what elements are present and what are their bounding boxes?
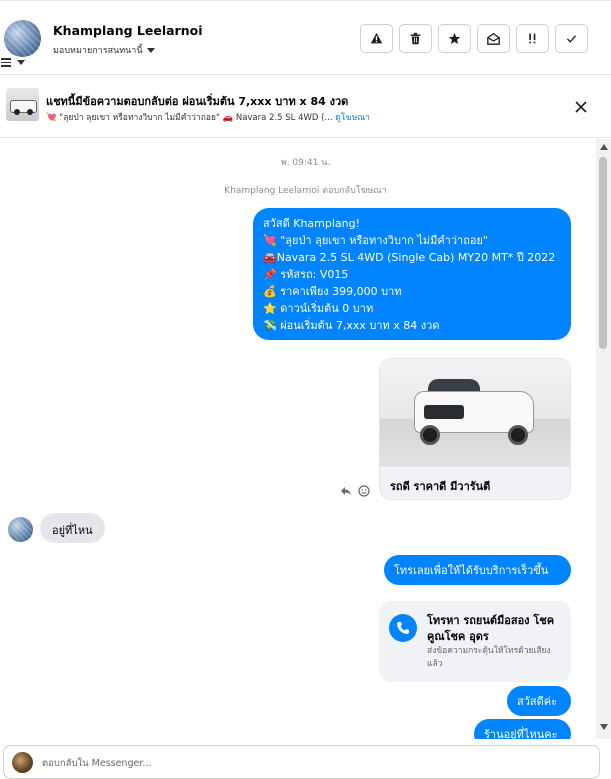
ad-message-line: 💸 ผ่อนเริ่มต้น 7,xxx บาท x 84 งวด	[263, 319, 440, 332]
ad-banner-description: 💘 "ลุยป่า ลุยเขา หรือทางวิบาก ไม่มีคำว่า…	[46, 113, 333, 123]
contact-avatar[interactable]	[4, 20, 41, 57]
partial-reply-bubble: ร้านอยู่ที่ไหนคะ	[474, 719, 571, 739]
ad-message-line: 💘 "ลุยป่า ลุยเขา หรือทางวิบาก ไม่มีคำว่า…	[263, 234, 488, 247]
ad-reply-banner: แชทนี้มีข้อความตอบกลับต่อ ผ่อนเริ่มต้น 7…	[0, 75, 611, 138]
close-icon[interactable]	[572, 98, 590, 116]
message-actions	[340, 485, 370, 497]
mark-done-button[interactable]	[555, 24, 588, 53]
call-prompt-text: โทรเลยเพื่อให้ได้รับบริการเร็วขึ้น	[394, 564, 549, 577]
call-card[interactable]: โทรหา รถยนต์มือสอง โชคคูณโชค อุดร ส่งข้อ…	[379, 601, 571, 682]
mark-spam-button[interactable]	[360, 24, 393, 53]
reply-input[interactable]	[42, 754, 562, 772]
call-prompt-bubble: โทรเลยเพื่อให้ได้รับบริการเร็วขึ้น	[384, 555, 571, 585]
greeting-text: สวัสดีค่ะ	[517, 695, 558, 708]
follow-up-button[interactable]	[516, 24, 549, 53]
scroll-down-icon[interactable]	[600, 724, 608, 730]
ad-message-line: สวัสดี Khamplang!	[263, 217, 361, 230]
chevron-down-icon	[146, 47, 155, 53]
star-icon	[448, 32, 461, 45]
thread-scrollbar[interactable]	[596, 139, 611, 739]
assign-conversation-dropdown[interactable]: มอบหมายการสนทนานี้	[53, 43, 155, 57]
ad-message-line: ⭐ ดาวน์เริ่มต้น 0 บาท	[263, 302, 374, 315]
card-caption: รถดี ราคาดี มีวารันตี	[390, 480, 491, 493]
header-actions	[360, 24, 588, 53]
mark-unread-button[interactable]	[477, 24, 510, 53]
ad-thumbnail[interactable]	[6, 88, 39, 121]
check-icon	[566, 35, 577, 43]
filter-icon[interactable]	[0, 57, 28, 69]
ad-message-line: 📌 รหัสรถ: V015	[263, 268, 349, 281]
alert-icon	[370, 32, 383, 44]
envelope-open-icon	[487, 32, 500, 45]
scrollbar-thumb[interactable]	[599, 157, 607, 349]
reply-icon[interactable]	[340, 485, 352, 497]
page-avatar	[12, 752, 33, 773]
partial-reply-text: ร้านอยู่ที่ไหนคะ	[484, 728, 558, 739]
ad-message-bubble: สวัสดี Khamplang! 💘 "ลุยป่า ลุยเขา หรือท…	[253, 208, 571, 340]
assign-label: มอบหมายการสนทนานี้	[53, 46, 143, 56]
conversation-header: Khamplang Leelarnoi มอบหมายการสนทนานี้	[0, 0, 611, 75]
scroll-up-icon[interactable]	[600, 144, 608, 150]
ad-reply-note: Khamplang Leelarnoi ตอบกลับโฆษณา	[224, 186, 387, 196]
call-card-title: โทรหา รถยนต์มือสอง โชคคูณโชค อุดร	[427, 614, 555, 643]
ad-banner-subtitle: 💘 "ลุยป่า ลุยเขา หรือทางวิบาก ไม่มีคำว่า…	[46, 110, 370, 124]
message-timestamp: พ. 09:41 น.	[280, 158, 331, 168]
call-card-subtitle: ส่งข้อความกระตุ้นให้โทรด้วยเสียงแล้ว	[427, 646, 551, 669]
reply-composer	[3, 745, 600, 779]
star-button[interactable]	[438, 24, 471, 53]
ad-message-line: 🚘Navara 2.5 SL 4WD (Single Cab) MY20 MT*…	[263, 251, 556, 264]
message-thread: พ. 09:41 น. Khamplang Leelarnoi ตอบกลับโ…	[0, 139, 611, 739]
ad-banner-title: แชทนี้มีข้อความตอบกลับต่อ ผ่อนเริ่มต้น 7…	[46, 95, 349, 108]
ad-image-card[interactable]: รถดี ราคาดี มีวารันตี	[379, 358, 571, 500]
double-exclaim-icon	[529, 33, 536, 44]
ad-message-line: 💰 ราคาเพียง 399,000 บาท	[263, 285, 402, 298]
greeting-bubble: สวัสดีค่ะ	[507, 686, 571, 716]
delete-button[interactable]	[399, 24, 432, 53]
view-ad-link[interactable]: ดูโฆษณา	[335, 113, 370, 123]
contact-name[interactable]: Khamplang Leelarnoi	[53, 23, 203, 38]
phone-icon	[389, 614, 417, 642]
truck-image[interactable]	[380, 359, 570, 467]
smiley-icon[interactable]	[358, 485, 370, 497]
incoming-message-bubble: อยู่ที่ไหน	[40, 513, 105, 543]
trash-icon	[410, 32, 421, 45]
contact-avatar-small[interactable]	[8, 517, 33, 542]
incoming-message-text: อยู่ที่ไหน	[52, 524, 93, 537]
